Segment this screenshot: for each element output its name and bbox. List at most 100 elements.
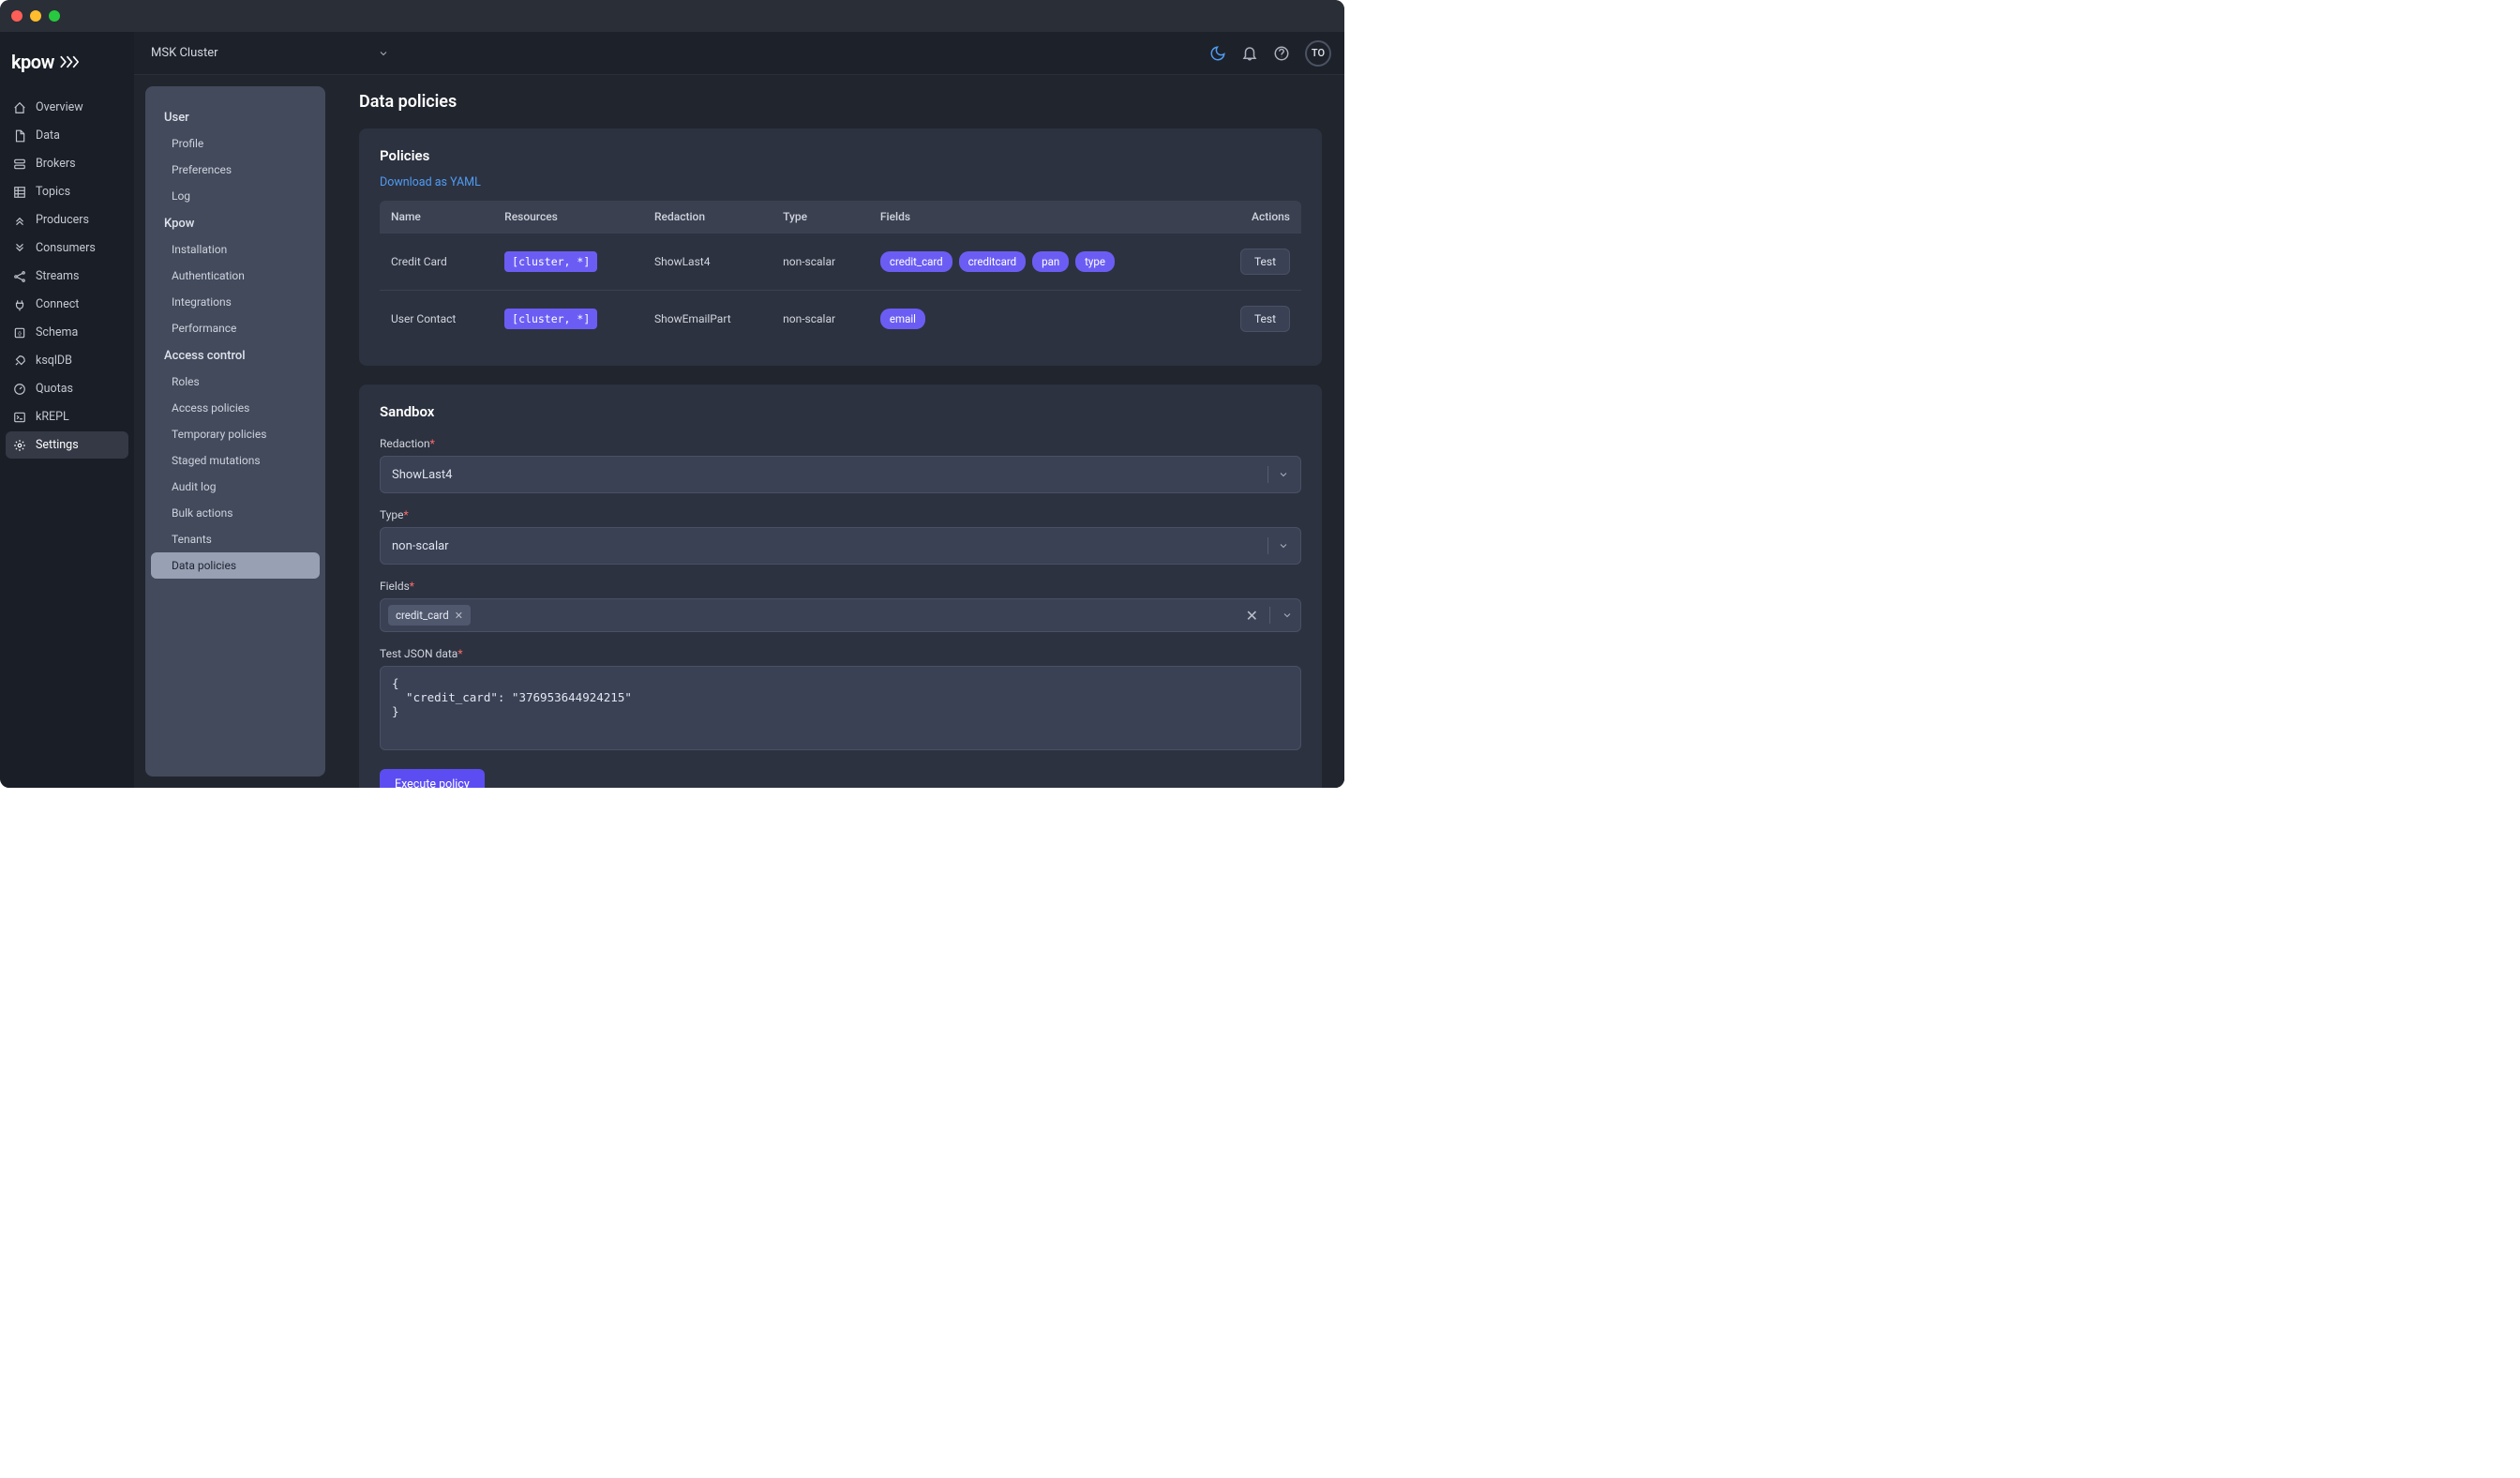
logo-text: kpow [11, 51, 54, 73]
nav-ksqldb[interactable]: ksqlDB [6, 347, 128, 374]
arrow-down-icon [13, 242, 26, 255]
minimize-window-button[interactable] [30, 10, 41, 22]
rocket-icon [13, 354, 26, 368]
maximize-window-button[interactable] [49, 10, 60, 22]
logo: kpow [0, 51, 134, 90]
nav-item-label: Connect [36, 297, 79, 311]
subnav-access-policies[interactable]: Access policies [151, 395, 320, 421]
gear-icon [13, 439, 26, 452]
subnav-group-kpow: Kpow [151, 209, 320, 236]
subnav-profile[interactable]: Profile [151, 130, 320, 157]
policies-card-title: Policies [380, 147, 1301, 164]
home-icon [13, 101, 26, 114]
nav-schema[interactable]: {} Schema [6, 319, 128, 346]
table-row: Credit Card [cluster, *] ShowLast4 non-s… [380, 234, 1301, 291]
close-window-button[interactable] [11, 10, 22, 22]
json-label: Test JSON data* [380, 647, 1301, 660]
execute-policy-button[interactable]: Execute policy [380, 769, 485, 788]
notifications-button[interactable] [1241, 45, 1258, 62]
cell-name: User Contact [380, 291, 493, 348]
topbar: MSK Cluster TO [134, 32, 1344, 75]
nav-connect[interactable]: Connect [6, 291, 128, 318]
fields-tag-input[interactable]: credit_card✕ ✕ [380, 598, 1301, 632]
nav-item-label: Topics [36, 185, 70, 199]
theme-toggle[interactable] [1209, 45, 1226, 62]
gauge-icon [13, 383, 26, 396]
subnav-staged-mutations[interactable]: Staged mutations [151, 447, 320, 474]
document-icon [13, 129, 26, 143]
test-button[interactable]: Test [1240, 249, 1290, 275]
nav-item-label: Streams [36, 269, 79, 283]
nav-data[interactable]: Data [6, 122, 128, 149]
field-pill: pan [1032, 251, 1069, 272]
nav-overview[interactable]: Overview [6, 94, 128, 121]
nav-settings[interactable]: Settings [6, 431, 128, 459]
nav-item-label: ksqlDB [36, 354, 72, 368]
terminal-icon [13, 411, 26, 424]
subnav-log[interactable]: Log [151, 183, 320, 209]
test-button[interactable]: Test [1240, 306, 1290, 332]
field-pill: credit_card [880, 251, 952, 272]
subnav-group-user: User [151, 103, 320, 130]
nav-item-label: Overview [36, 100, 83, 114]
nav-item-label: Consumers [36, 241, 96, 255]
subnav-audit-log[interactable]: Audit log [151, 474, 320, 500]
subnav-roles[interactable]: Roles [151, 369, 320, 395]
fields-label: Fields* [380, 580, 1301, 593]
cluster-name: MSK Cluster [151, 46, 218, 60]
subnav-preferences[interactable]: Preferences [151, 157, 320, 183]
nav-item-label: Brokers [36, 157, 76, 171]
topbar-actions: TO [1209, 40, 1331, 67]
nav-item-label: Data [36, 128, 60, 143]
cluster-selector[interactable]: MSK Cluster [147, 40, 393, 66]
subnav-tenants[interactable]: Tenants [151, 526, 320, 552]
policies-table: Name Resources Redaction Type Fields Act… [380, 201, 1301, 347]
window-titlebar [0, 0, 1344, 32]
nav-item-label: Schema [36, 325, 78, 339]
redaction-select[interactable]: ShowLast4 [380, 456, 1301, 493]
chevron-down-icon [1278, 469, 1289, 480]
redaction-value: ShowLast4 [392, 468, 452, 482]
logo-icon [60, 55, 79, 68]
primary-sidebar: kpow Overview Data Brokers Topics Produc… [0, 32, 134, 788]
policies-card: Policies Download as YAML Name Resources… [359, 128, 1322, 366]
subnav-bulk-actions[interactable]: Bulk actions [151, 500, 320, 526]
sandbox-card: Sandbox Redaction* ShowLast4 Type* non-s… [359, 385, 1322, 788]
subnav-authentication[interactable]: Authentication [151, 263, 320, 289]
nav-consumers[interactable]: Consumers [6, 234, 128, 262]
col-resources: Resources [493, 201, 643, 234]
chevron-down-icon [378, 48, 389, 59]
chevron-down-icon [1282, 610, 1293, 621]
subnav-data-policies[interactable]: Data policies [151, 552, 320, 579]
col-type: Type [772, 201, 869, 234]
col-name: Name [380, 201, 493, 234]
cell-fields: email [869, 291, 1208, 348]
grid-icon [13, 186, 26, 199]
type-select[interactable]: non-scalar [380, 527, 1301, 565]
nav-item-label: Producers [36, 213, 89, 227]
field-tag: credit_card✕ [388, 605, 471, 626]
nav-topics[interactable]: Topics [6, 178, 128, 205]
subnav-installation[interactable]: Installation [151, 236, 320, 263]
clear-all-icon[interactable]: ✕ [1246, 607, 1264, 625]
table-header-row: Name Resources Redaction Type Fields Act… [380, 201, 1301, 234]
svg-text:{}: {} [18, 330, 22, 337]
nav-krepl[interactable]: kREPL [6, 403, 128, 430]
subnav-temporary-policies[interactable]: Temporary policies [151, 421, 320, 447]
nav-producers[interactable]: Producers [6, 206, 128, 234]
download-yaml-link[interactable]: Download as YAML [380, 175, 481, 189]
nav-streams[interactable]: Streams [6, 263, 128, 290]
help-button[interactable] [1273, 45, 1290, 62]
avatar-initials: TO [1312, 47, 1325, 59]
nav-brokers[interactable]: Brokers [6, 150, 128, 177]
field-pill: email [880, 309, 925, 329]
subnav-performance[interactable]: Performance [151, 315, 320, 341]
remove-tag-icon[interactable]: ✕ [455, 610, 463, 622]
nav-quotas[interactable]: Quotas [6, 375, 128, 402]
col-redaction: Redaction [643, 201, 772, 234]
braces-icon: {} [13, 326, 26, 339]
subnav-integrations[interactable]: Integrations [151, 289, 320, 315]
user-avatar[interactable]: TO [1305, 40, 1331, 67]
json-textarea[interactable] [380, 666, 1301, 750]
body-area: kpow Overview Data Brokers Topics Produc… [0, 32, 1344, 788]
